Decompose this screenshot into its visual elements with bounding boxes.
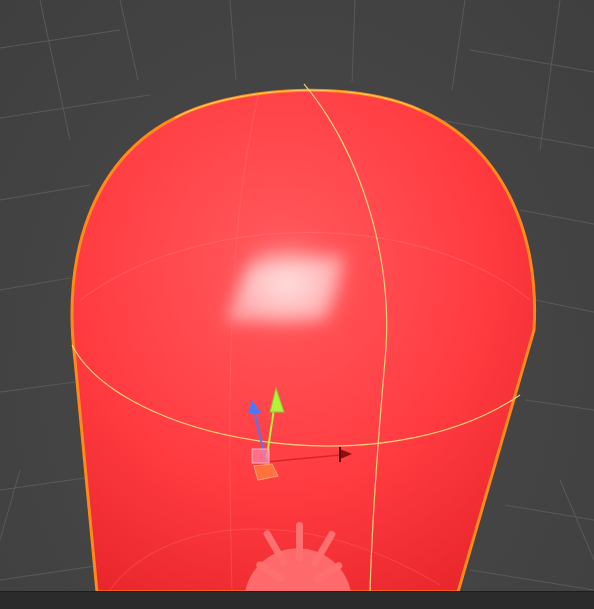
scene-canvas[interactable] xyxy=(0,0,594,609)
capsule-object[interactable] xyxy=(70,83,537,594)
center-handle[interactable] xyxy=(251,448,270,464)
scene-viewport[interactable] xyxy=(0,0,594,609)
status-bar xyxy=(0,591,594,609)
